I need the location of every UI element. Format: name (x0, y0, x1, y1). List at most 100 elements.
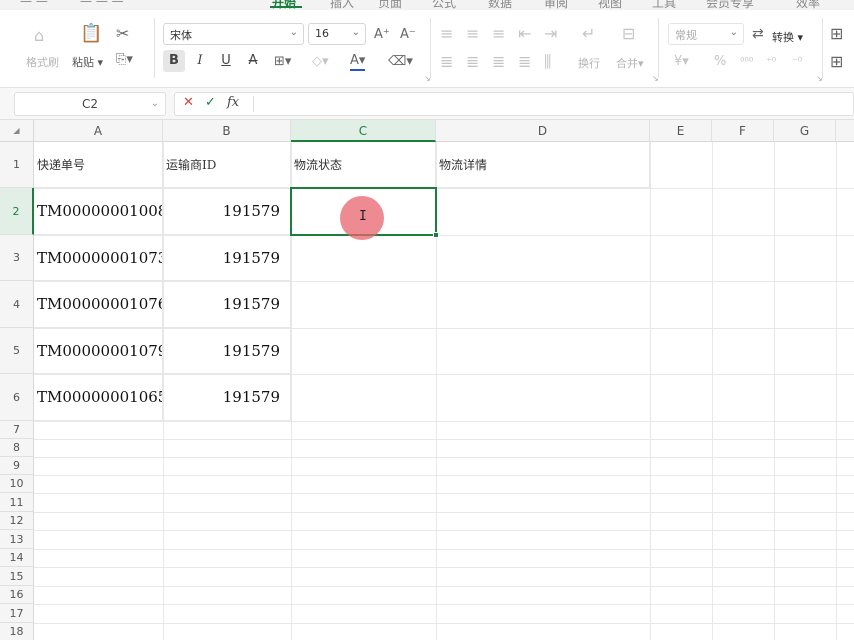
cell-a2[interactable]: TM000000010087 (34, 188, 163, 235)
cell-b5[interactable]: 191579 (163, 328, 291, 374)
italic-button[interactable]: I (189, 50, 211, 72)
tab-review[interactable]: 审阅 (544, 0, 568, 10)
paste-icon[interactable]: 📋 (80, 25, 102, 43)
align-right-icon[interactable]: ≣ (492, 54, 505, 70)
cell-b4[interactable]: 191579 (163, 281, 291, 328)
row-header[interactable]: 2 (0, 188, 34, 235)
cell-b3[interactable]: 191579 (163, 235, 291, 281)
cell-b1[interactable]: 运输商ID (163, 142, 291, 188)
align-top-icon[interactable]: ≡ (440, 26, 453, 42)
row-header[interactable]: 9 (0, 457, 34, 475)
conditional-format-icon[interactable]: ⊞ (830, 26, 843, 42)
column-header-f[interactable]: F (712, 120, 774, 142)
confirm-icon[interactable]: ✓ (205, 95, 216, 110)
tab-data[interactable]: 数据 (488, 0, 512, 10)
row-header[interactable]: 5 (0, 328, 34, 374)
decrease-font-icon[interactable]: A⁻ (400, 27, 416, 43)
cell-d1[interactable]: 物流详情 (436, 142, 650, 188)
number-dialog-launcher-icon[interactable]: ↘ (816, 74, 823, 83)
column-header-d[interactable]: D (436, 120, 650, 142)
tab-tools[interactable]: 工具 (652, 0, 676, 10)
merge-label[interactable]: 合并▾ (616, 55, 644, 71)
tab-member[interactable]: 会员专享 (706, 0, 754, 10)
tab-misc[interactable]: — — — (80, 0, 124, 8)
merge-icon[interactable]: ⊟ (622, 26, 635, 42)
formula-input[interactable]: ✕ ✓ fx (174, 92, 854, 116)
row-header[interactable]: 12 (0, 512, 34, 530)
row-header[interactable]: 13 (0, 530, 34, 549)
font-name-select[interactable]: 宋体 ⌄ (163, 23, 304, 45)
row-header[interactable]: 15 (0, 567, 34, 586)
tab-home[interactable]: 开始 (272, 0, 296, 10)
tab-formula[interactable]: 公式 (432, 0, 456, 10)
decrease-decimal-icon[interactable]: ⁻⁰ (792, 54, 802, 70)
underline-button[interactable]: U (215, 50, 237, 72)
indent-increase-icon[interactable]: ⇥ (544, 26, 557, 42)
cell-a4[interactable]: TM000000010762 (34, 281, 163, 328)
tab-page[interactable]: 页面 (378, 0, 402, 10)
spreadsheet-grid[interactable]: ◢ A B C D E F G 1 2 3 4 5 6 7 8 9 10 11 … (0, 120, 854, 640)
cell-b6[interactable]: 191579 (163, 374, 291, 421)
column-header-e[interactable]: E (650, 120, 712, 142)
cell-b2[interactable]: 191579 (163, 188, 291, 235)
border-icon[interactable]: ⊞▾ (274, 54, 291, 70)
column-header-h[interactable] (836, 120, 854, 142)
justify-icon[interactable]: ≣ (518, 54, 531, 70)
tab-file[interactable]: — — (20, 0, 48, 8)
font-size-select[interactable]: 16 ⌄ (308, 23, 366, 45)
cell-a5[interactable]: TM000000010797 (34, 328, 163, 374)
wrap-text-label[interactable]: 换行 (578, 55, 600, 71)
column-header-a[interactable]: A (34, 120, 163, 142)
fill-color-icon[interactable]: ◇▾ (312, 54, 329, 70)
bold-button[interactable]: B (163, 50, 185, 72)
increase-font-icon[interactable]: A⁺ (374, 27, 390, 43)
wrap-text-icon[interactable]: ↵ (582, 26, 595, 42)
name-box[interactable]: C2 ⌄ (14, 92, 166, 116)
format-painter-icon[interactable]: ⌂ (34, 28, 44, 44)
align-center-icon[interactable]: ≣ (466, 54, 479, 70)
row-header[interactable]: 14 (0, 549, 34, 567)
align-bottom-icon[interactable]: ≡ (492, 26, 505, 42)
thousands-icon[interactable]: ⁰⁰⁰ (740, 54, 753, 70)
clear-format-icon[interactable]: ⌫▾ (388, 54, 413, 70)
row-header[interactable]: 1 (0, 142, 34, 188)
align-dialog-launcher-icon[interactable]: ↘ (652, 74, 659, 83)
row-header[interactable]: 16 (0, 586, 34, 604)
paste-label[interactable]: 粘贴 ▾ (72, 54, 103, 70)
font-color-icon[interactable]: A▾ (350, 53, 366, 71)
convert-icon[interactable]: ⇄ (752, 26, 764, 42)
currency-icon[interactable]: ¥▾ (674, 54, 689, 70)
row-header[interactable]: 3 (0, 235, 34, 281)
row-header[interactable]: 10 (0, 475, 34, 493)
cell-a6[interactable]: TM000000010656 (34, 374, 163, 421)
row-header[interactable]: 17 (0, 604, 34, 623)
increase-decimal-icon[interactable]: ⁺⁰ (766, 54, 776, 70)
align-middle-icon[interactable]: ≡ (466, 26, 479, 42)
strikethrough-button[interactable]: A (242, 50, 264, 72)
column-header-b[interactable]: B (163, 120, 291, 142)
row-header[interactable]: 6 (0, 374, 34, 421)
convert-label[interactable]: 转换 ▾ (772, 29, 803, 45)
format-painter-label[interactable]: 格式刷 (26, 54, 59, 70)
row-header[interactable]: 4 (0, 281, 34, 328)
cell-a3[interactable]: TM000000010734 (34, 235, 163, 281)
tab-insert[interactable]: 插入 (330, 0, 354, 10)
tab-view[interactable]: 视图 (598, 0, 622, 10)
tab-efficiency[interactable]: 效率 (796, 0, 820, 10)
copy-icon[interactable]: ⎘▾ (116, 52, 133, 68)
font-dialog-launcher-icon[interactable]: ↘ (424, 74, 431, 83)
column-header-g[interactable]: G (774, 120, 836, 142)
cancel-icon[interactable]: ✕ (183, 95, 194, 110)
percent-icon[interactable]: % (714, 54, 726, 70)
cut-icon[interactable]: ✂ (116, 26, 129, 42)
align-left-icon[interactable]: ≣ (440, 54, 453, 70)
select-all-corner[interactable]: ◢ (0, 120, 34, 142)
number-format-select[interactable]: 常规 ⌄ (668, 23, 744, 45)
row-header[interactable]: 7 (0, 421, 34, 439)
distribute-icon[interactable]: ⫼ (544, 54, 551, 70)
column-header-c[interactable]: C (291, 120, 436, 142)
indent-decrease-icon[interactable]: ⇤ (518, 26, 531, 42)
row-header[interactable]: 8 (0, 439, 34, 457)
cell-c1[interactable]: 物流状态 (291, 142, 436, 188)
row-header[interactable]: 11 (0, 493, 34, 512)
